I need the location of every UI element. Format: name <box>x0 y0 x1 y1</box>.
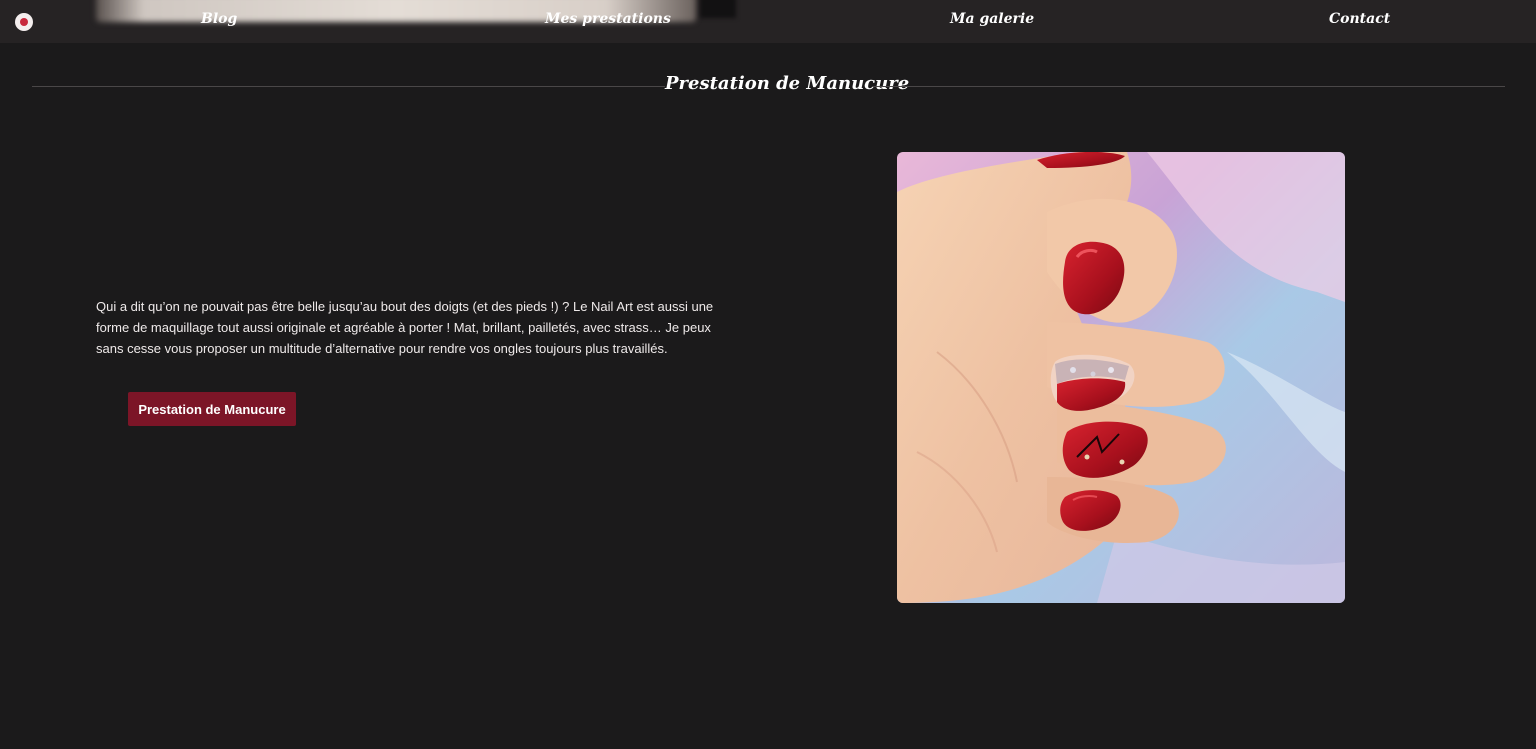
nav-item-ma-galerie[interactable]: Ma galerie <box>950 11 1034 27</box>
top-navigation-bar: Blog Mes prestations Ma galerie Contact <box>0 0 1536 43</box>
section-title: Prestation de Manucure <box>665 73 910 94</box>
nav-item-mes-prestations[interactable]: Mes prestations <box>545 11 671 27</box>
divider-right <box>872 86 1505 87</box>
service-description: Qui a dit qu’on ne pouvait pas être bell… <box>96 299 714 356</box>
manicure-photo-illustration <box>897 152 1345 603</box>
nav-item-contact[interactable]: Contact <box>1329 11 1390 27</box>
logo-dot <box>20 18 28 26</box>
manucure-service-button[interactable]: Prestation de Manucure <box>128 392 296 426</box>
divider-left <box>32 86 665 87</box>
manicure-photo <box>897 152 1345 603</box>
brand-logo-icon[interactable] <box>15 13 33 31</box>
section-header: Prestation de Manucure <box>32 70 1505 100</box>
header-banner-shadow <box>700 0 736 18</box>
nav-item-blog[interactable]: Blog <box>201 11 237 27</box>
